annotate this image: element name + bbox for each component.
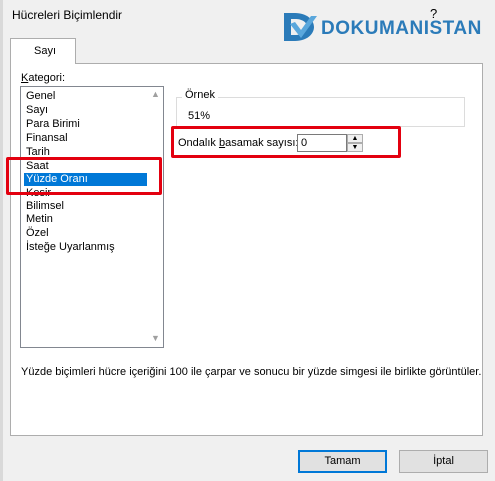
logo-text: DOKUMANISTAN: [321, 18, 482, 39]
list-item[interactable]: Genel: [24, 90, 148, 103]
watermark-logo: DOKUMANISTAN: [281, 10, 489, 44]
list-item[interactable]: Bilimsel: [24, 200, 148, 213]
format-description: Yüzde biçimleri hücre içeriğini 100 ile …: [21, 366, 482, 378]
sample-value: 51%: [188, 110, 211, 122]
scroll-up-icon[interactable]: ▲: [151, 89, 160, 99]
highlight-box-category: [6, 157, 162, 195]
list-item[interactable]: Metin: [24, 213, 148, 226]
list-item[interactable]: Sayı: [24, 104, 148, 117]
list-item[interactable]: İsteğe Uyarlanmış: [24, 241, 148, 254]
list-item[interactable]: Özel: [24, 227, 148, 240]
category-label: Kategori:: [21, 72, 66, 84]
dialog-title: Hücreleri Biçimlendir: [12, 8, 123, 22]
cancel-button[interactable]: İptal: [399, 450, 488, 473]
sample-group: [176, 97, 465, 127]
tab-label: Sayı: [34, 45, 57, 57]
sample-legend: Örnek: [182, 89, 218, 101]
scroll-down-icon[interactable]: ▼: [151, 333, 160, 343]
window-edge: [0, 0, 3, 481]
list-item[interactable]: Para Birimi: [24, 118, 148, 131]
list-scrollbar[interactable]: ▲ ▼: [147, 87, 163, 347]
list-item[interactable]: Finansal: [24, 132, 148, 145]
highlight-box-decimal: [171, 126, 401, 158]
category-listbox[interactable]: Genel Sayı Para Birimi Finansal Tarih Sa…: [20, 86, 164, 348]
tab-sayi[interactable]: Sayı: [10, 38, 76, 64]
logo-icon: [284, 13, 317, 41]
ok-button[interactable]: Tamam: [298, 450, 387, 473]
